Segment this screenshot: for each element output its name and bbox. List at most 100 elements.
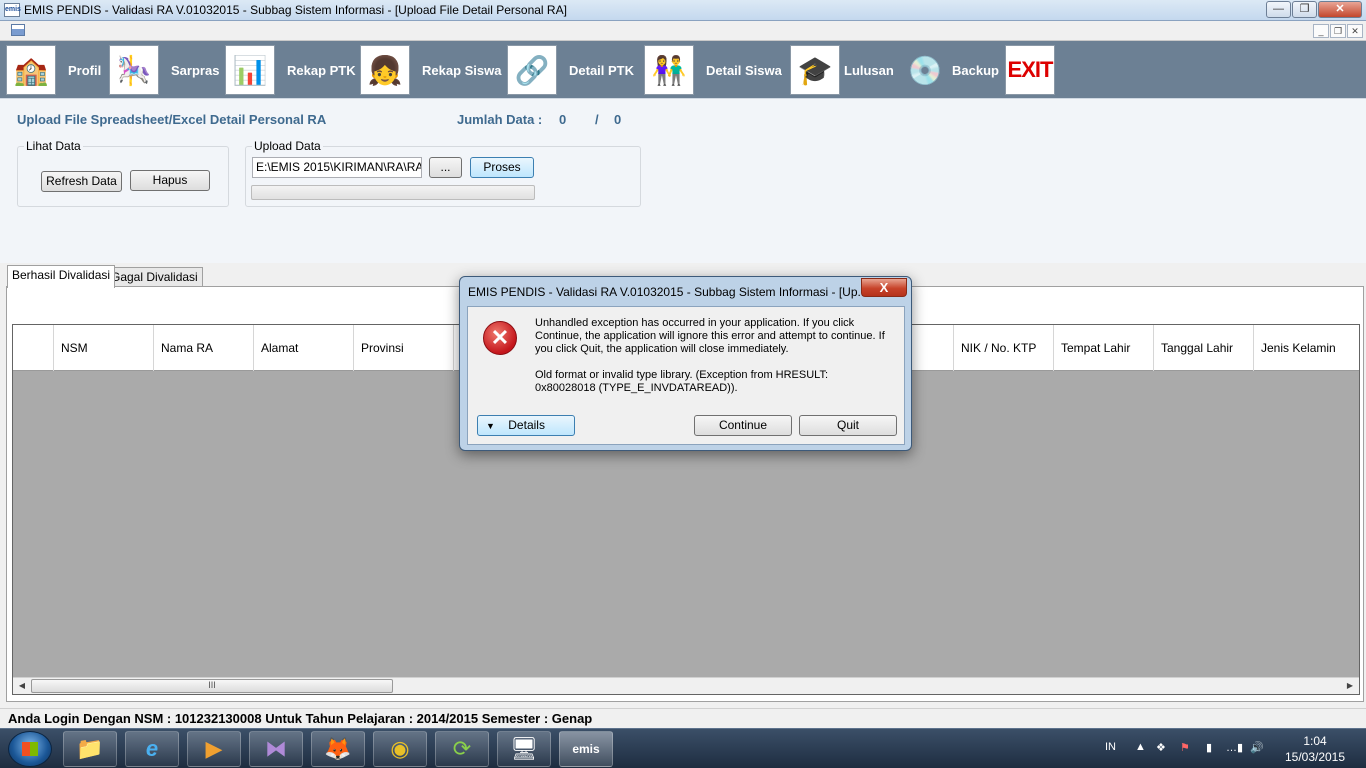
- firefox-icon[interactable]: 🦊: [311, 731, 365, 767]
- dialog-title: EMIS PENDIS - Validasi RA V.01032015 - S…: [468, 285, 868, 299]
- mdi-close-button[interactable]: ✕: [1347, 24, 1363, 38]
- main-toolbar: 🏫 Profil 🎠 Sarpras 📊 Rekap PTK 👧 Rekap S…: [0, 41, 1366, 98]
- visual-studio-icon[interactable]: ⧓: [249, 731, 303, 767]
- error-icon: ✕: [483, 321, 517, 355]
- language-indicator[interactable]: IN: [1105, 741, 1116, 753]
- browse-button[interactable]: ...: [429, 157, 462, 178]
- column-header-nsm[interactable]: NSM: [54, 325, 154, 371]
- tab-berhasil-divalidasi[interactable]: Berhasil Divalidasi: [7, 265, 116, 288]
- quit-button[interactable]: Quit: [799, 415, 897, 436]
- column-header-tempat-lahir[interactable]: Tempat Lahir: [1054, 325, 1154, 371]
- clock-date: 15/03/2015: [1284, 750, 1346, 764]
- lihat-data-label: Lihat Data: [24, 139, 83, 153]
- upload-progress-bar: [251, 185, 535, 200]
- toolbar-detail-siswa[interactable]: 👫 Detail Siswa: [644, 44, 782, 96]
- upload-data-label: Upload Data: [252, 139, 323, 153]
- toolbar-label: Detail PTK: [569, 62, 635, 78]
- dialog-exception-detail: Old format or invalid type library. (Exc…: [535, 369, 829, 394]
- row-header-corner: [13, 325, 54, 371]
- toolbar-label: Backup: [952, 62, 999, 78]
- dialog-body: ✕ Unhandled exception has occurred in yo…: [467, 306, 905, 445]
- sync-icon[interactable]: ⟳: [435, 731, 489, 767]
- toolbar-rekap-ptk[interactable]: 📊 Rekap PTK: [225, 44, 356, 96]
- remote-desktop-icon[interactable]: 🖥: [497, 731, 551, 767]
- column-header-provinsi[interactable]: Provinsi: [354, 325, 454, 371]
- restore-button[interactable]: ❐: [1292, 1, 1317, 18]
- chevron-down-icon: ▼: [486, 421, 495, 431]
- mdi-restore-button[interactable]: ❐: [1330, 24, 1346, 38]
- tab-gagal-divalidasi[interactable]: Gagal Divalidasi: [106, 267, 203, 288]
- windows-taskbar: 📁 e ▶ ⧓ 🦊 ◉ ⟳ 🖥 emis IN ▲ ❖ ⚑ ▮ …▮ 🔊 1:0…: [0, 728, 1366, 768]
- proses-button[interactable]: Proses: [470, 157, 534, 178]
- students-icon: 👧: [360, 45, 410, 95]
- show-hidden-icons-icon[interactable]: ▲: [1135, 741, 1146, 753]
- signal-icon[interactable]: …▮: [1226, 741, 1243, 754]
- system-clock[interactable]: 1:04 15/03/2015: [1280, 733, 1350, 765]
- child-window-icon[interactable]: [11, 24, 25, 36]
- toolbar-label: Detail Siswa: [706, 62, 782, 78]
- chrome-icon[interactable]: ◉: [373, 731, 427, 767]
- exception-dialog: EMIS PENDIS - Validasi RA V.01032015 - S…: [459, 276, 912, 451]
- details-button[interactable]: ▼ Details: [477, 415, 575, 436]
- scroll-left-icon[interactable]: ◀: [14, 679, 30, 693]
- toolbar-rekap-siswa[interactable]: 👧 Rekap Siswa: [360, 44, 502, 96]
- toolbar-exit[interactable]: EXIT: [1005, 44, 1055, 96]
- media-player-icon[interactable]: ▶: [187, 731, 241, 767]
- toolbar-backup[interactable]: 💿 Backup: [900, 44, 999, 96]
- file-path-field[interactable]: E:\EMIS 2015\KIRIMAN\RA\RA D: [252, 157, 422, 178]
- exit-icon: EXIT: [1005, 45, 1055, 95]
- scroll-thumb[interactable]: III: [31, 679, 393, 693]
- details-label: Details: [508, 418, 545, 432]
- toolbar-detail-ptk[interactable]: 🔗 Detail PTK: [507, 44, 634, 96]
- start-button[interactable]: [8, 731, 52, 767]
- network-icon: 🔗: [507, 45, 557, 95]
- cd-icon: 💿: [907, 54, 943, 86]
- upload-panel: Upload File Spreadsheet/Excel Detail Per…: [0, 98, 1366, 263]
- toolbar-label: Lulusan: [844, 62, 894, 78]
- horizontal-scrollbar[interactable]: ◀ III ▶: [13, 677, 1359, 694]
- toolbar-profil[interactable]: 🏫 Profil: [6, 44, 101, 96]
- status-bar: Anda Login Dengan NSM : 101232130008 Unt…: [0, 708, 1366, 728]
- page-title: Upload File Spreadsheet/Excel Detail Per…: [17, 112, 327, 127]
- jumlah-data-value: 0: [559, 112, 567, 127]
- battery-icon[interactable]: ▮: [1206, 741, 1212, 754]
- school-building-icon: 🏫: [6, 45, 56, 95]
- continue-button[interactable]: Continue: [694, 415, 792, 436]
- jumlah-data-total: 0: [614, 112, 622, 127]
- toolbar-label: Sarpras: [171, 62, 220, 78]
- ie-icon[interactable]: e: [125, 731, 179, 767]
- playground-icon: 🎠: [109, 45, 159, 95]
- hapus-button[interactable]: Hapus: [130, 170, 210, 191]
- minimize-button[interactable]: —: [1266, 1, 1291, 18]
- dropbox-icon[interactable]: ❖: [1156, 741, 1166, 754]
- login-status-text: Anda Login Dengan NSM : 101232130008 Unt…: [8, 711, 593, 726]
- action-center-icon[interactable]: ⚑: [1180, 741, 1190, 754]
- refresh-data-button[interactable]: Refresh Data: [41, 171, 122, 192]
- mdi-minimize-button[interactable]: _: [1313, 24, 1329, 38]
- toolbar-label: Rekap PTK: [287, 62, 356, 78]
- clock-time: 1:04: [1303, 734, 1327, 748]
- graduation-icon: 🎓: [790, 45, 840, 95]
- dialog-close-button[interactable]: X: [861, 278, 907, 297]
- app-icon: emis: [4, 3, 21, 17]
- column-header-tanggal-lahir[interactable]: Tanggal Lahir: [1154, 325, 1254, 371]
- toolbar-sarpras[interactable]: 🎠 Sarpras: [109, 44, 219, 96]
- bar-chart-icon: 📊: [225, 45, 275, 95]
- emis-app-icon[interactable]: emis: [559, 731, 613, 767]
- column-header-nik[interactable]: NIK / No. KTP: [954, 325, 1054, 371]
- scroll-right-icon[interactable]: ▶: [1342, 679, 1358, 693]
- column-header-alamat[interactable]: Alamat: [254, 325, 354, 371]
- jumlah-data-separator: /: [595, 112, 599, 127]
- children-icon: 👫: [644, 45, 694, 95]
- close-button[interactable]: ✕: [1318, 1, 1362, 18]
- explorer-icon[interactable]: 📁: [63, 731, 117, 767]
- mdi-menu-strip: _ ❐ ✕: [0, 21, 1366, 41]
- column-header-jenis-kelamin[interactable]: Jenis Kelamin: [1254, 325, 1359, 371]
- jumlah-data-label: Jumlah Data :: [457, 112, 543, 127]
- column-header-nama-ra[interactable]: Nama RA: [154, 325, 254, 371]
- dialog-message: Unhandled exception has occurred in your…: [535, 317, 885, 355]
- volume-icon[interactable]: 🔊: [1250, 741, 1264, 754]
- window-titlebar: emis EMIS PENDIS - Validasi RA V.0103201…: [0, 0, 1366, 21]
- toolbar-label: Rekap Siswa: [422, 62, 502, 78]
- toolbar-lulusan[interactable]: 🎓 Lulusan: [790, 44, 894, 96]
